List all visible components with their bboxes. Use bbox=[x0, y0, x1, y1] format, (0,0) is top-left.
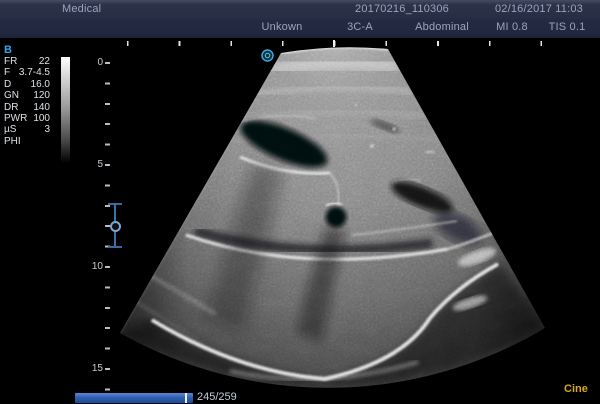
probe-orientation-marker bbox=[262, 50, 273, 61]
param-gn: GN120 bbox=[4, 90, 50, 101]
cine-position-marker[interactable] bbox=[185, 393, 187, 403]
depth-label-10: 10 bbox=[83, 261, 103, 272]
probe-name: 3C-A bbox=[347, 21, 373, 33]
header-bar-info: Unkown 3C-A Abdominal MI 0.8 TIS 0.1 bbox=[0, 19, 600, 38]
param-d: D16.0 bbox=[4, 79, 50, 90]
depth-label-0: 0 bbox=[83, 57, 103, 68]
focus-marker[interactable] bbox=[108, 203, 122, 248]
mode-indicator: B bbox=[4, 44, 12, 56]
param-dr: DR140 bbox=[4, 102, 50, 113]
param-pwr: PWR100 bbox=[4, 113, 50, 124]
mi-value: MI 0.8 bbox=[496, 21, 528, 33]
param-fr: FR22 bbox=[4, 56, 50, 67]
datetime: 02/16/2017 11:03 bbox=[495, 3, 583, 15]
imaging-parameters: FR22 F3.7-4.5 D16.0 GN120 DR140 PWR100 µ… bbox=[4, 56, 50, 147]
header-bar-top: Medical 20170216_110306 02/16/2017 11:03 bbox=[0, 0, 600, 19]
fan-region bbox=[100, 38, 560, 404]
exam-id: 20170216_110306 bbox=[355, 3, 449, 15]
lateral-ruler bbox=[127, 41, 544, 46]
focus-marker-bottom-cap bbox=[108, 246, 122, 248]
centerline-tick bbox=[333, 40, 335, 47]
frame-counter: 245/259 bbox=[197, 391, 237, 403]
cine-progress-bar[interactable] bbox=[75, 393, 193, 403]
tis-value: TIS 0.1 bbox=[549, 21, 586, 33]
focus-marker-ring bbox=[110, 221, 121, 232]
ultrasound-image bbox=[0, 38, 600, 404]
grayscale-map-bar bbox=[61, 57, 70, 163]
depth-label-15: 15 bbox=[83, 363, 103, 374]
facility-name: Medical bbox=[62, 3, 101, 15]
param-phi: PHI bbox=[4, 136, 50, 147]
depth-label-5: 5 bbox=[83, 159, 103, 170]
cine-mode-label: Cine bbox=[564, 383, 588, 395]
patient-name: Unkown bbox=[262, 21, 303, 33]
ultrasound-app: Medical 20170216_110306 02/16/2017 11:03… bbox=[0, 0, 600, 404]
param-us: µS3 bbox=[4, 124, 50, 135]
param-f: F3.7-4.5 bbox=[4, 67, 50, 78]
preset-name: Abdominal bbox=[415, 21, 469, 33]
